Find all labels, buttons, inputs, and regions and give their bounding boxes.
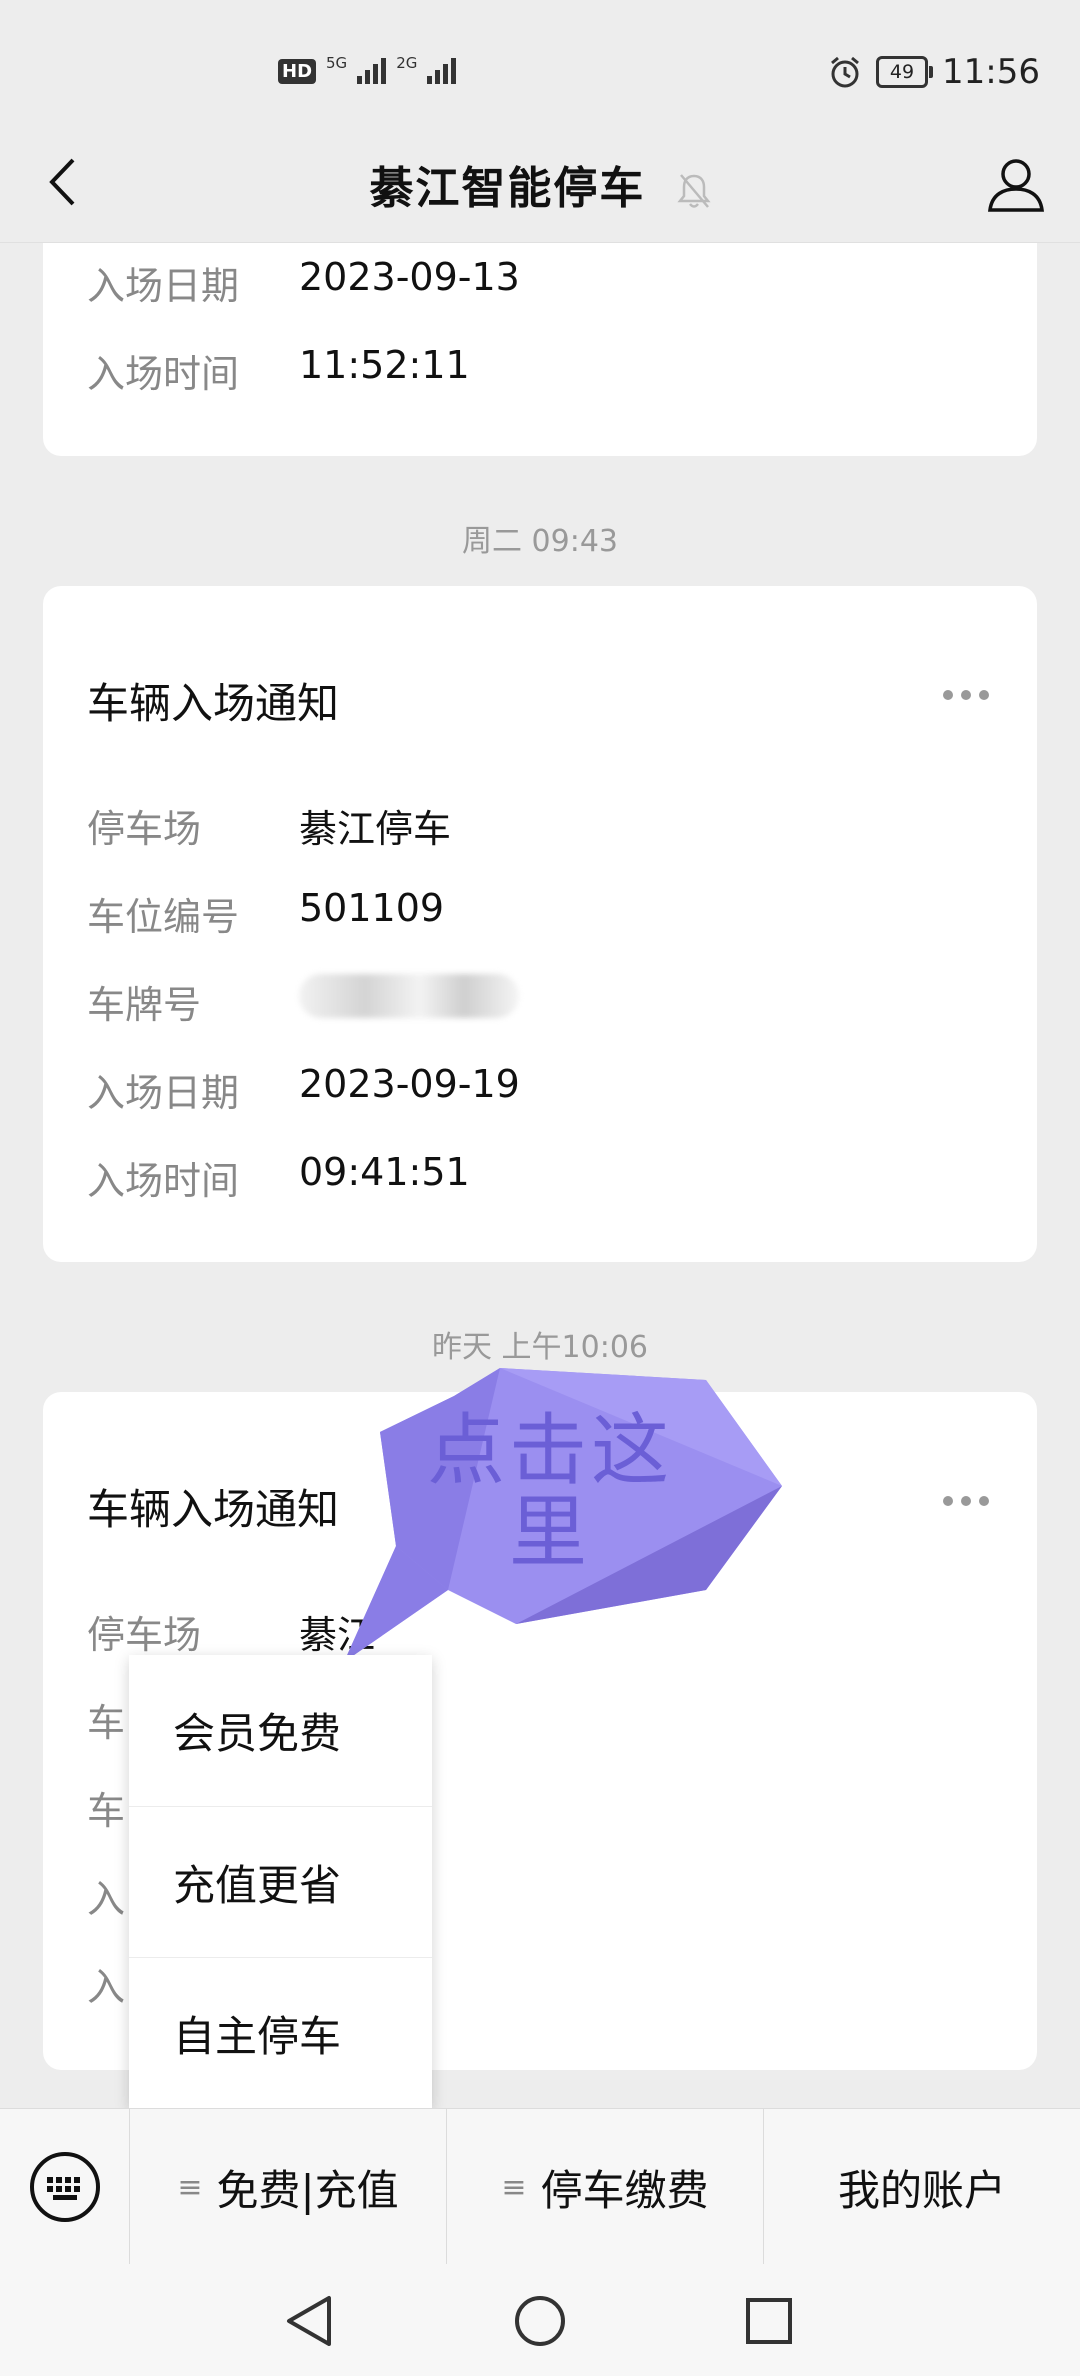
title-bar: 綦江智能停车 — [0, 130, 1080, 243]
battery-level: 49 — [889, 61, 915, 83]
menu-tab-label: 停车缴费 — [540, 2165, 709, 2215]
entry-date-value: 2023-09-13 — [299, 255, 520, 299]
callout-text[interactable]: 点击这 里 — [410, 1410, 690, 1574]
card-title: 车辆入场通知 — [87, 679, 340, 728]
account-menu-bar: ≡ 免费|充值 ≡ 停车缴费 我的账户 — [0, 2108, 1080, 2265]
info-row: 车位编号 501109 — [87, 886, 444, 941]
status-bar: HD 5G 2G 49 11:56 — [0, 0, 1080, 150]
space-number-label: 车位编号 — [87, 895, 240, 939]
entry-time-value: 11:52:11 — [299, 343, 470, 387]
entry-date-value: 2023-09-19 — [299, 1062, 520, 1106]
signal-icon — [427, 54, 457, 84]
menu-tab-label: 免费|充值 — [216, 2165, 399, 2215]
info-row: 停车场 綦江 — [87, 1604, 375, 1659]
menu-item-self-parking[interactable]: 自主停车 — [129, 1957, 432, 2108]
message-timestamp: 周二 09:43 — [462, 524, 618, 559]
alarm-icon — [831, 56, 859, 88]
keyboard-icon — [29, 2152, 100, 2222]
info-row: 入场日期 2023-09-13 — [87, 255, 520, 310]
notification-card[interactable]: 车辆入场通知 停车场 綦江停车 车位编号 501109 车牌号 入场日期 202… — [43, 586, 1037, 1262]
more-options-icon[interactable] — [943, 690, 989, 700]
menu-list-icon: ≡ — [177, 2169, 203, 2205]
entry-time-value: 09:41:51 — [299, 1150, 470, 1194]
network-indicators: HD 5G 2G — [278, 54, 457, 84]
triangle-back-icon — [287, 2296, 331, 2346]
muted-bell-icon — [677, 174, 711, 208]
page-title-text: 綦江智能停车 — [369, 163, 646, 214]
signal-icon — [357, 54, 387, 84]
info-row: 车牌号 — [87, 974, 519, 1029]
popup-menu: 会员免费 充值更省 自主停车 — [129, 1655, 432, 2108]
parking-lot-label: 停车场 — [87, 1613, 202, 1657]
page-title: 綦江智能停车 — [0, 152, 1080, 216]
sim2-network-label: 2G — [396, 54, 418, 72]
system-recents-button[interactable] — [734, 2286, 804, 2356]
info-row: 入场日期 2023-09-19 — [87, 1062, 520, 1117]
callout-line-2: 里 — [508, 1488, 591, 1578]
info-row: 入场时间 11:52:11 — [87, 343, 470, 398]
system-navigation-bar — [0, 2264, 1080, 2376]
entry-date-label: 入场日期 — [87, 1071, 240, 1115]
keyboard-toggle-button[interactable] — [0, 2109, 130, 2265]
menu-item-member-free[interactable]: 会员免费 — [129, 1655, 432, 1806]
notification-card: 入场日期 2023-09-13 入场时间 11:52:11 — [43, 243, 1037, 456]
menu-tab-my-account[interactable]: 我的账户 — [764, 2109, 1080, 2265]
menu-tab-label: 我的账户 — [837, 2165, 1006, 2215]
callout-line-1: 点击这 — [426, 1406, 673, 1496]
entry-time-label: 入场时间 — [87, 352, 240, 396]
system-back-button[interactable] — [273, 2286, 343, 2356]
battery-icon: 49 — [876, 56, 934, 88]
entry-date-label: 入场日期 — [87, 264, 240, 308]
profile-button[interactable] — [980, 148, 1052, 220]
menu-item-recharge[interactable]: 充值更省 — [129, 1806, 432, 1957]
menu-list-icon: ≡ — [501, 2169, 527, 2205]
card-title: 车辆入场通知 — [87, 1485, 340, 1534]
info-row: 入场时间 09:41:51 — [87, 1150, 470, 1205]
system-home-button[interactable] — [505, 2286, 575, 2356]
clock: 11:56 — [942, 52, 1040, 92]
square-recents-icon — [746, 2298, 792, 2344]
space-number-value: 501109 — [299, 886, 445, 930]
user-icon — [988, 159, 1044, 212]
info-row: 停车场 綦江停车 — [87, 798, 451, 853]
sim1-network-label: 5G — [326, 54, 348, 72]
plate-number-redacted — [299, 974, 519, 1018]
plate-number-label: 车牌号 — [87, 983, 202, 1027]
parking-lot-label: 停车场 — [87, 807, 202, 851]
hd-badge: HD — [278, 59, 317, 84]
circle-home-icon — [515, 2296, 565, 2346]
menu-tab-parking-payment[interactable]: ≡ 停车缴费 — [447, 2109, 764, 2265]
entry-time-label: 入场时间 — [87, 1159, 240, 1203]
more-options-icon[interactable] — [943, 1496, 989, 1506]
parking-lot-value: 綦江停车 — [299, 807, 452, 851]
menu-tab-free-recharge[interactable]: ≡ 免费|充值 — [130, 2109, 447, 2265]
